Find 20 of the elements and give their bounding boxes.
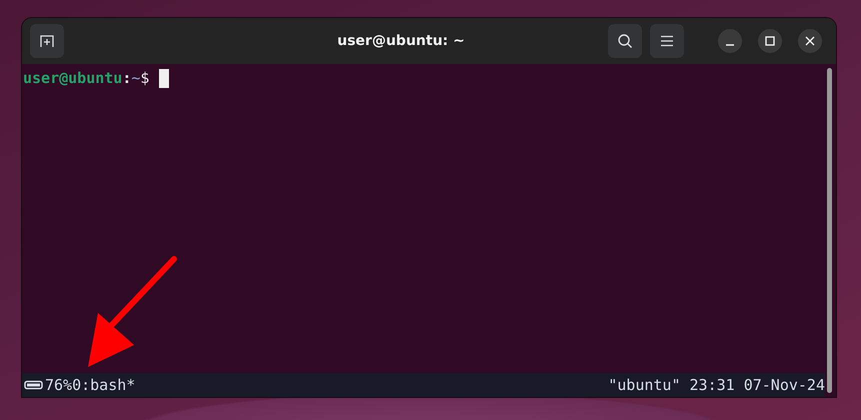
menu-button[interactable] (650, 24, 684, 58)
prompt-text: user@ubuntu:~$ (23, 69, 150, 87)
scrollbar-thumb[interactable] (827, 68, 832, 393)
text-cursor (159, 68, 170, 88)
close-icon (805, 36, 815, 46)
minimize-button[interactable] (718, 29, 742, 53)
new-tab-icon (39, 33, 55, 49)
battery-percent: 76% (45, 376, 72, 394)
window-title: user@ubuntu: ~ (336, 33, 466, 49)
battery-icon (24, 380, 44, 390)
status-info: "ubuntu" 23:31 07-Nov-24 (608, 376, 825, 394)
maximize-icon (765, 36, 775, 46)
maximize-button[interactable] (758, 29, 782, 53)
search-button[interactable] (608, 24, 642, 58)
menu-icon (660, 35, 674, 47)
new-tab-button[interactable] (30, 24, 64, 58)
search-icon (617, 33, 633, 49)
minimize-icon (725, 44, 735, 46)
close-button[interactable] (798, 29, 822, 53)
window-list: 0:bash* (72, 376, 136, 394)
